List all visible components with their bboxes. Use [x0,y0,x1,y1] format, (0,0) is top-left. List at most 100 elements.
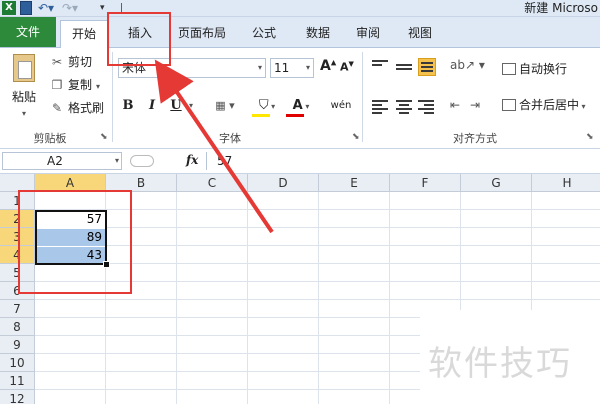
phonetic-guide-button[interactable]: wén [328,96,354,116]
align-bottom-button[interactable] [418,58,436,76]
dialog-launcher-icon[interactable]: ⬊ [100,132,108,142]
fill-color-button[interactable]: ⛉ ▾ [252,96,282,116]
tab-home[interactable]: 开始 [60,20,108,48]
format-painter-button[interactable]: ✎ 格式刷 [50,98,104,118]
column-header-g[interactable]: G [461,174,532,192]
save-icon[interactable] [20,1,32,15]
align-left-button[interactable] [372,100,388,114]
dialog-launcher-icon[interactable]: ⬊ [352,132,360,142]
chevron-down-icon: ▾ [96,82,101,91]
tab-formulas[interactable]: 公式 [242,20,286,46]
tab-page-layout[interactable]: 页面布局 [170,20,234,46]
tab-view[interactable]: 视图 [398,20,442,46]
chevron-down-icon: ▾ [114,156,119,165]
align-top-button[interactable] [372,60,388,74]
row-header-9[interactable]: 9 [0,336,35,354]
tab-file[interactable]: 文件 [0,17,56,47]
watermark-text: 软件技巧 [428,344,572,384]
chevron-down-icon: ▾ [257,63,262,72]
tab-insert[interactable]: 插入 [112,20,168,46]
clipboard-group-label: 剪贴板 [33,132,67,145]
align-right-button[interactable] [418,100,434,114]
shrink-font-button[interactable]: A▼ [340,60,354,74]
ribbon-home: 粘贴 ▾ ✂ 剪切 ❐ 复制 ▾ ✎ 格式刷 剪贴板 ⬊ 宋体 ▾ 11 ▾ A▲ A▼… [0,48,600,149]
font-color-button[interactable]: A ▾ [286,96,316,116]
underline-button[interactable]: U [168,96,184,116]
scissors-icon: ✂ [51,55,63,69]
merge-center-label: 合并后居中 [519,98,580,112]
name-box[interactable]: A2 ▾ [2,152,122,170]
row-header-2[interactable]: 2 [0,210,35,228]
paste-button[interactable]: 粘贴 ▾ [6,52,42,124]
grid-row-line [35,281,600,282]
align-middle-button[interactable] [396,64,412,78]
italic-button[interactable]: I [144,96,160,116]
row-header-3[interactable]: 3 [0,228,35,246]
select-all-corner[interactable] [0,174,35,192]
fill-handle[interactable] [103,261,110,268]
copy-label: 复制 [68,78,93,92]
formula-bar: A2 ▾ fx 57 [0,149,600,174]
align-center-button[interactable] [396,100,412,114]
decrease-indent-button[interactable]: ⇤ [450,98,460,112]
row-header-4[interactable]: 4 [0,246,35,264]
formula-value: 57 [217,154,233,168]
row-header-6[interactable]: 6 [0,282,35,300]
row-header-1[interactable]: 1 [0,192,35,210]
bold-button[interactable]: B [120,96,136,116]
row-header-5[interactable]: 5 [0,264,35,282]
row-header-8[interactable]: 8 [0,318,35,336]
orientation-button[interactable]: ab↗ ▾ [450,58,485,72]
border-button[interactable]: ▦ ▾ [210,96,240,116]
formula-input[interactable]: 57 [206,152,600,170]
wrap-text-icon [502,63,516,75]
column-header-c[interactable]: C [177,174,248,192]
row-header-10[interactable]: 10 [0,354,35,372]
title-bar: X ↶▾ ↷▾ ▾ | 新建 Microso [0,0,600,17]
excel-app-icon[interactable]: X [2,1,16,15]
grid-column-line [176,192,177,404]
column-header-a[interactable]: A [35,174,106,192]
font-name-select[interactable]: 宋体 ▾ [118,58,266,78]
row-header-7[interactable]: 7 [0,300,35,318]
column-header-f[interactable]: F [390,174,461,192]
tab-data[interactable]: 数据 [296,20,340,46]
copy-button[interactable]: ❐ 复制 ▾ [50,75,100,95]
watermark: 软件技巧 [420,310,600,404]
name-box-value: A2 [47,154,63,168]
insert-function-icon[interactable]: fx [186,153,198,167]
window-title: 新建 Microso [524,1,598,15]
dialog-launcher-icon[interactable]: ⬊ [586,132,594,142]
cut-button[interactable]: ✂ 剪切 [50,52,92,72]
column-header-d[interactable]: D [248,174,319,192]
font-size-select[interactable]: 11 ▾ [270,58,314,78]
row-header-12[interactable]: 12 [0,390,35,404]
paint-bucket-icon: ⛉ [258,98,269,113]
font-name-value: 宋体 [122,61,147,75]
grid-column-line [247,192,248,404]
wrap-text-button[interactable]: 自动换行 [502,60,567,77]
column-header-h[interactable]: H [532,174,600,192]
wrap-text-label: 自动换行 [519,62,568,76]
column-header-b[interactable]: B [106,174,177,192]
redo-icon[interactable]: ↷▾ [62,1,78,15]
column-header-e[interactable]: E [319,174,390,192]
paste-icon [13,54,35,82]
font-color-glyph: A [292,98,303,113]
brush-icon: ✎ [51,101,63,115]
customize-quick-access-icon[interactable]: ▾ [100,1,110,15]
merge-center-button[interactable]: 合并后居中 ▾ [502,96,586,113]
cut-label: 剪切 [68,55,93,69]
grow-font-button[interactable]: A▲ [320,58,336,74]
row-header-11[interactable]: 11 [0,372,35,390]
group-divider [362,52,363,142]
chevron-down-icon: ▾ [305,63,310,72]
chevron-down-icon[interactable]: ▾ [186,96,196,116]
fill-color-swatch [252,114,270,117]
expand-formula-handle-icon[interactable] [130,155,154,167]
ribbon-tabs: 文件 开始 插入 页面布局 公式 数据 审阅 视图 [0,17,600,48]
undo-icon[interactable]: ↶▾ [38,1,54,15]
tab-review[interactable]: 审阅 [346,20,390,46]
quick-access-more-icon[interactable]: | [120,1,132,15]
increase-indent-button[interactable]: ⇥ [470,98,480,112]
